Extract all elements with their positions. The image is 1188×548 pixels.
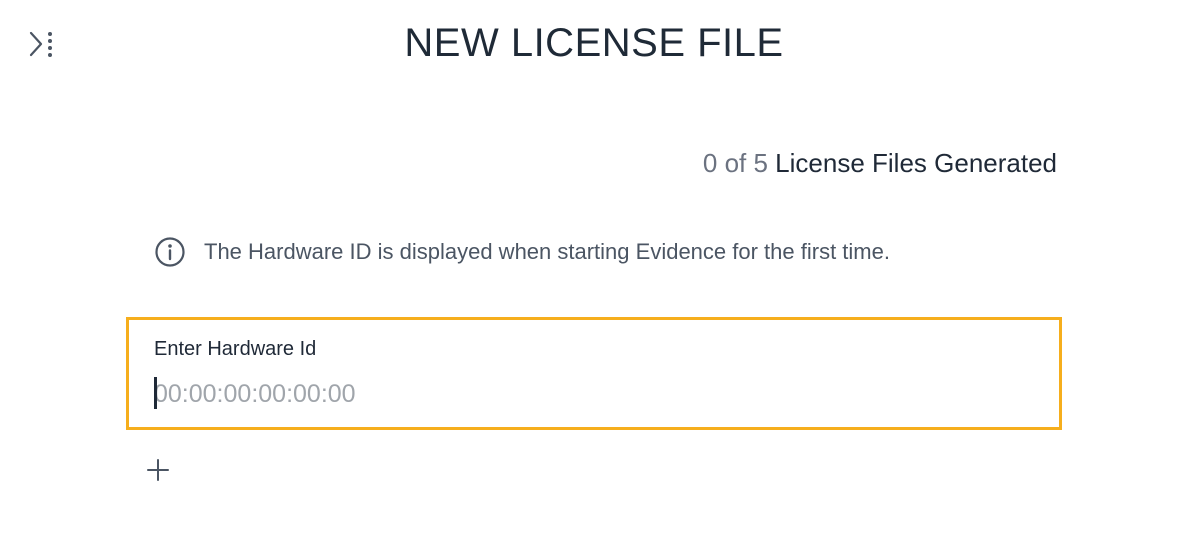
info-text: The Hardware ID is displayed when starti… bbox=[204, 239, 890, 264]
license-counter: 0 of 5 License Files Generated bbox=[703, 146, 1057, 180]
hardware-id-label: Enter Hardware Id bbox=[154, 338, 317, 360]
hardware-id-input[interactable] bbox=[154, 374, 1014, 414]
license-counter-label: License Files Generated bbox=[767, 148, 1057, 178]
info-message: The Hardware ID is displayed when starti… bbox=[154, 236, 890, 268]
info-icon bbox=[155, 237, 185, 267]
page-title: NEW LICENSE FILE bbox=[404, 21, 784, 65]
license-page: NEW LICENSE FILE 0 of 5 License Files Ge… bbox=[0, 0, 1188, 548]
license-count: 0 of 5 bbox=[702, 148, 768, 178]
text-cursor bbox=[154, 377, 157, 409]
hardware-id-field[interactable]: Enter Hardware Id bbox=[126, 317, 1062, 430]
plus-icon[interactable] bbox=[146, 458, 170, 482]
